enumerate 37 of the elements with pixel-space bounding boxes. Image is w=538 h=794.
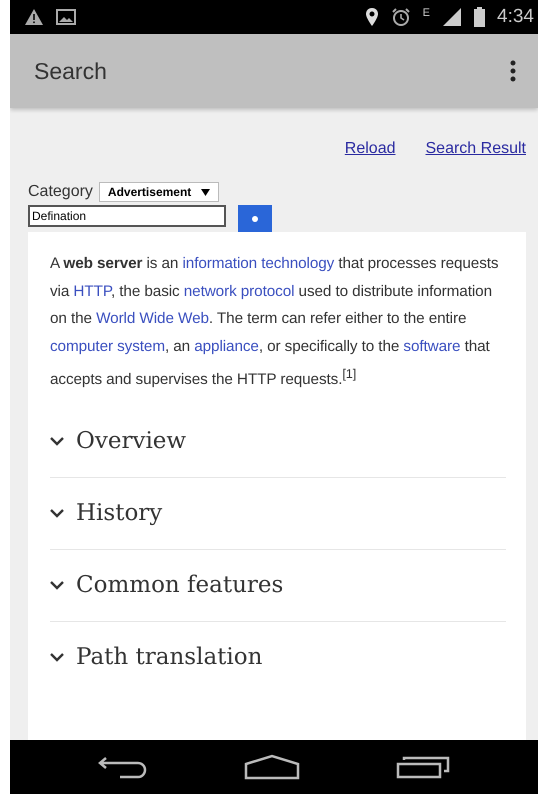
category-label: Category <box>28 183 93 201</box>
section-header[interactable]: Path translation <box>50 622 506 693</box>
warning-icon <box>24 8 44 26</box>
location-pin-icon <box>364 7 379 27</box>
dot-icon <box>252 216 258 222</box>
app-title: Search <box>34 58 107 84</box>
article-link[interactable]: World Wide Web <box>96 310 209 327</box>
back-icon[interactable] <box>98 755 148 779</box>
chevron-icon <box>50 508 64 518</box>
home-icon[interactable] <box>244 754 300 780</box>
alarm-clock-icon <box>390 7 411 27</box>
chevron-icon <box>50 580 64 590</box>
article-link[interactable]: information technology <box>182 255 334 272</box>
article-link[interactable]: appliance <box>194 338 259 354</box>
category-dropdown[interactable]: Advertisement <box>98 182 220 202</box>
chevron-icon <box>50 436 64 446</box>
section-header[interactable]: Common features <box>50 550 506 622</box>
recent-apps-icon[interactable] <box>396 755 450 779</box>
dropdown-caret-icon <box>201 188 210 196</box>
article-paragraph: A web server is an information technology that processes requests via HTTP, the basic network protocol used to distribute information on the World Wide Web. The term can refer either to the entire computer system, an appliance, or specifically to the software that accepts and supervises the HTTP requests.$^{[1]}$ <box>50 254 500 390</box>
signal-icon <box>442 7 462 27</box>
chevron-icon <box>50 652 64 662</box>
article-link[interactable]: computer system <box>50 338 165 354</box>
image-icon <box>56 9 76 25</box>
battery-icon <box>474 7 486 27</box>
more-options-icon[interactable] <box>510 60 516 82</box>
article-link[interactable]: software <box>403 338 460 354</box>
page-link[interactable]: Search Result <box>426 140 526 158</box>
section-header[interactable]: History <box>50 478 506 550</box>
search-button[interactable] <box>238 205 272 232</box>
clock: 4:34 <box>497 6 534 28</box>
search-field[interactable]: Defination <box>28 205 226 227</box>
network-type: E <box>422 7 430 19</box>
article-link[interactable]: network protocol <box>184 282 294 300</box>
article-link[interactable]: HTTP <box>73 282 111 300</box>
page-link[interactable]: Reload <box>344 140 396 158</box>
section-header[interactable]: Overview <box>50 406 506 478</box>
